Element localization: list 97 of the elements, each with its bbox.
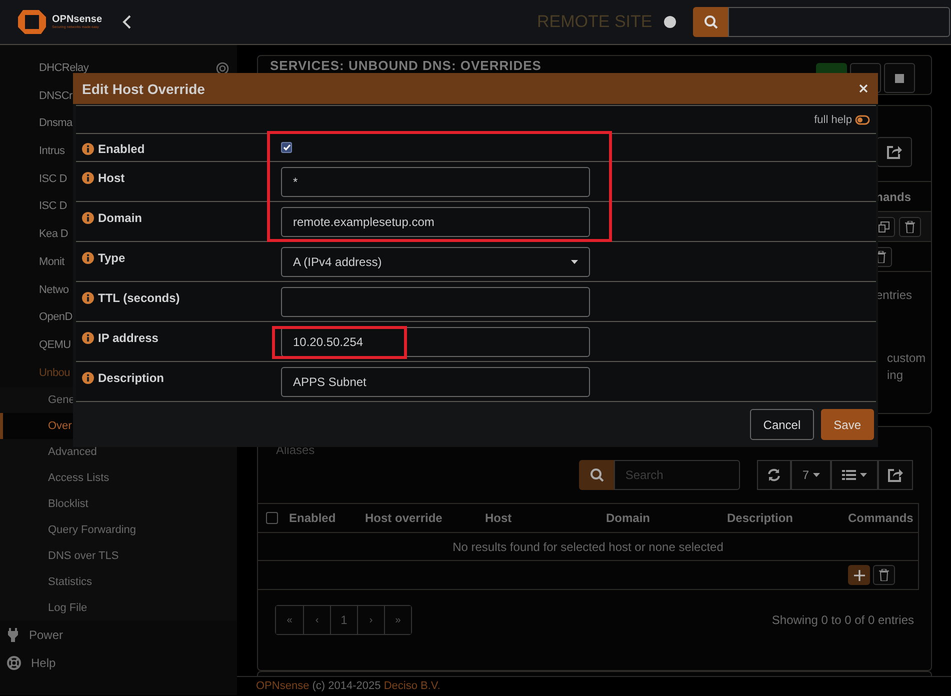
refresh-icon [767, 468, 782, 482]
search-field[interactable] [728, 7, 950, 37]
pagination-button[interactable]: » [384, 606, 411, 634]
search-button[interactable] [693, 7, 728, 37]
sidebar-section[interactable]: Power [0, 621, 64, 650]
sidebar-subitem[interactable]: Blocklist [0, 491, 237, 518]
modal-title: Edit Host Override [82, 80, 205, 96]
column-header: Description [727, 511, 794, 525]
sidebar-item[interactable]: OpenD [0, 304, 72, 332]
field-label: Host [98, 171, 125, 185]
stop-icon [895, 74, 904, 82]
table-info: Showing 0 to 0 of 0 entries [772, 613, 914, 627]
chevron-left-icon[interactable] [122, 14, 132, 30]
info-icon[interactable] [82, 372, 94, 384]
delete-button[interactable] [873, 565, 895, 585]
text-field[interactable]: 10.20.50.254 [281, 327, 590, 357]
export-button[interactable] [877, 137, 912, 167]
columns-dropdown[interactable] [831, 460, 878, 490]
text-field[interactable]: APPS Subnet [281, 367, 590, 397]
caret-icon [813, 473, 820, 477]
full-help-toggle[interactable]: full help [814, 114, 870, 126]
lifebuoy-icon [7, 656, 21, 670]
target-icon[interactable] [216, 62, 229, 75]
text-field[interactable] [281, 287, 590, 317]
caret-icon [860, 473, 867, 477]
sidebar-item[interactable]: DHCRelay [0, 55, 89, 83]
sidebar-item[interactable]: Kea D [0, 221, 68, 249]
page-size-dropdown[interactable]: 7 [791, 460, 831, 490]
info-icon[interactable] [82, 143, 94, 155]
sidebar-subitem[interactable]: DNS over TLS [0, 543, 237, 570]
column-header: Commands [848, 511, 914, 525]
empty-message: No results found for selected host or none selected [452, 540, 724, 554]
sidebar-subitem[interactable]: Query Forwarding [0, 517, 237, 544]
column-header: Enabled [289, 511, 337, 525]
panel-title: Aliases [275, 442, 316, 459]
note-text: ing [887, 367, 904, 384]
select-all-checkbox[interactable] [266, 512, 278, 524]
field-label: Enabled [98, 142, 145, 156]
sidebar-item[interactable]: ISC D [0, 193, 67, 222]
brand-name: OPNsense [52, 14, 102, 25]
text-field[interactable]: * [281, 167, 590, 197]
status-dot-icon [664, 16, 676, 28]
stop-button[interactable] [884, 63, 915, 93]
search-icon [704, 15, 718, 29]
info-icon[interactable] [82, 212, 94, 224]
sidebar-item[interactable]: QEMU [0, 332, 71, 360]
trash-icon [905, 220, 915, 232]
sidebar-subitem[interactable]: Log File [0, 595, 237, 622]
enabled-checkbox[interactable] [281, 142, 292, 153]
type-select[interactable]: A (IPv4 address) [281, 247, 590, 277]
sidebar-item[interactable]: Netwo [0, 276, 69, 304]
sidebar-subitem[interactable]: Access Lists [0, 465, 237, 492]
sidebar-item[interactable]: Intrus [0, 138, 65, 166]
footer-link[interactable]: OPNsense [256, 680, 310, 692]
refresh-button[interactable] [757, 460, 792, 490]
field-label: Domain [98, 211, 142, 225]
plug-icon [7, 628, 19, 642]
info-icon[interactable] [82, 332, 94, 344]
field-label: Description [98, 371, 164, 385]
info-icon[interactable] [82, 172, 94, 184]
field-label: Type [98, 251, 126, 265]
footer-link[interactable]: Deciso B.V. [384, 680, 440, 692]
sidebar-subitem[interactable]: Statistics [0, 569, 237, 596]
logo-icon [17, 9, 47, 35]
trash-icon [879, 569, 889, 581]
sidebar-item[interactable]: Dnsma [0, 110, 72, 138]
sidebar-section[interactable]: Help [0, 649, 56, 678]
sidebar-item[interactable]: DNSCr [0, 82, 72, 110]
export-icon [887, 145, 902, 159]
plus-icon [854, 570, 864, 580]
close-icon [859, 84, 868, 93]
footer-copyright: OPNsense (c) 2014-2025 Deciso B.V. [256, 680, 442, 692]
note-text: custom [887, 350, 926, 367]
close-button[interactable] [857, 82, 870, 95]
column-header: Host override [365, 511, 444, 525]
sidebar-item[interactable]: ISC D [0, 166, 67, 194]
column-header: Domain [606, 511, 652, 525]
list-icon [842, 469, 856, 481]
caret-icon [571, 260, 578, 264]
sidebar-item[interactable]: Monit [0, 248, 64, 276]
info-icon[interactable] [82, 252, 94, 264]
search-icon [590, 468, 604, 482]
add-button[interactable] [848, 565, 870, 585]
field-label: TTL (seconds) [98, 291, 180, 305]
column-header: Host [485, 511, 513, 525]
trash-icon [876, 250, 886, 262]
page-title: SERVICES: UNBOUND DNS: OVERRIDES [270, 59, 542, 72]
cancel-button[interactable]: Cancel [750, 409, 814, 440]
export-icon [888, 468, 903, 482]
field-label: IP address [98, 331, 158, 345]
export-button[interactable] [878, 460, 913, 490]
search-button[interactable] [579, 460, 614, 490]
check-icon [282, 144, 290, 151]
save-button[interactable]: Save [820, 409, 874, 440]
info-icon[interactable] [82, 292, 94, 304]
delete-button[interactable] [899, 216, 921, 236]
text-field[interactable]: remote.examplesetup.com [281, 207, 590, 237]
